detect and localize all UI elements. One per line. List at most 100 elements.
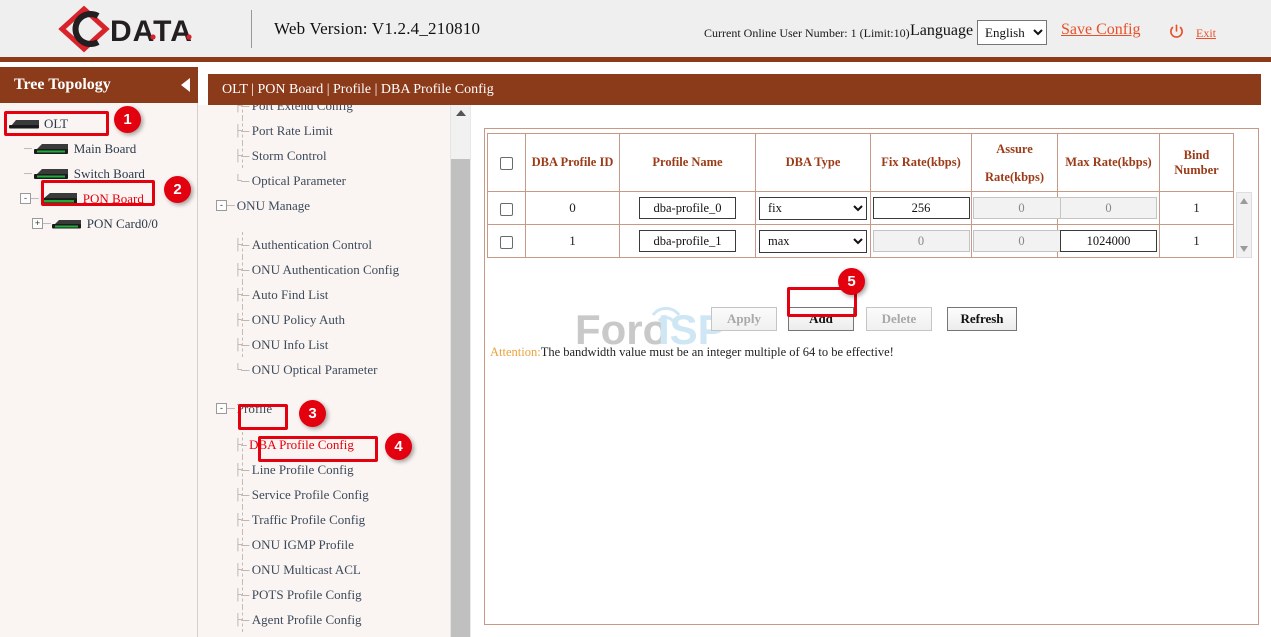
menu-item-pots-profile-config[interactable]: ├--- POTS Profile Config (216, 582, 450, 607)
tree-expander-icon[interactable]: - (20, 193, 31, 204)
menu-item-label: ONU Policy Auth (252, 312, 345, 328)
collapse-panel-arrow-icon[interactable] (181, 78, 190, 92)
save-config-link[interactable]: Save Config (1061, 21, 1141, 39)
row-select-cell (488, 225, 526, 258)
tree-item-label: PON Card0/0 (87, 216, 158, 232)
cdata-logo: DATA (30, 0, 245, 60)
table-rows-scrollbar[interactable] (1236, 192, 1252, 258)
profile-name-input[interactable]: dba-profile_1 (639, 230, 736, 252)
tree-item-pon-card[interactable]: + ─ PON Card0/0 (0, 211, 197, 236)
tree-connector: ─ (31, 193, 39, 205)
device-icon (51, 217, 85, 230)
max-rate-input[interactable]: 1024000 (1060, 230, 1157, 252)
cell-assure-rate: 0 (972, 192, 1058, 225)
tree-item-olt[interactable]: OLT (0, 111, 197, 136)
tree-guide-line (242, 507, 243, 532)
tree-guide-line (242, 332, 243, 357)
menu-item-port-rate-limit[interactable]: ├--- Port Rate Limit (216, 118, 450, 143)
fix-rate-input[interactable]: 256 (873, 197, 970, 219)
menu-group-onu-manage[interactable]: - ─ ONU Manage (216, 193, 450, 218)
table-row: 1 dba-profile_1 max 0 (488, 225, 1234, 258)
menu-item-auto-find-list[interactable]: ├--- Auto Find List (216, 282, 450, 307)
exit-link[interactable]: Exit (1196, 26, 1216, 41)
side-menu-panel: ├--- Port Extend Config ├--- Port Rate L… (198, 105, 470, 637)
tree-guide-line (242, 105, 243, 118)
col-dba-type: DBA Type (756, 134, 871, 192)
tree-expander-icon[interactable]: + (32, 218, 43, 229)
web-version-label: Web Version: V1.2.4_210810 (274, 19, 480, 39)
col-fix-rate: Fix Rate(kbps) (871, 134, 972, 192)
menu-item-onu-igmp-profile[interactable]: ├--- ONU IGMP Profile (216, 532, 450, 557)
col-bind-number: Bind Number (1160, 134, 1234, 192)
dba-type-select[interactable]: max (759, 230, 867, 253)
row-checkbox[interactable] (500, 236, 513, 249)
scroll-up-arrow-icon[interactable] (456, 110, 466, 116)
menu-expander-icon[interactable]: - (216, 200, 227, 211)
menu-item-storm-control[interactable]: ├--- Storm Control (216, 143, 450, 168)
dba-type-select[interactable]: fix (759, 197, 867, 220)
apply-button[interactable]: Apply (711, 307, 777, 331)
tree-item-pon-board[interactable]: - ─ PON Board (0, 186, 197, 211)
delete-button[interactable]: Delete (866, 307, 932, 331)
refresh-button[interactable]: Refresh (947, 307, 1017, 331)
menu-item-onu-optical-parameter[interactable]: └--- ONU Optical Parameter (216, 357, 450, 382)
tree-guide-line (242, 457, 243, 482)
menu-item-label: ONU Manage (237, 198, 310, 214)
assure-rate-input: 0 (973, 230, 1070, 252)
menu-item-dba-profile-config[interactable]: ├-- DBA Profile Config (216, 432, 450, 457)
tree-item-main-board[interactable]: ─ Main Board (0, 136, 197, 161)
dba-profile-table: DBA Profile ID Profile Name DBA Type Fix… (487, 133, 1234, 258)
power-icon[interactable] (1169, 24, 1184, 39)
tree-connector: ─ (24, 168, 32, 180)
menu-item-label: Port Rate Limit (252, 123, 333, 139)
menu-item-optical-parameter[interactable]: └--- Optical Parameter (216, 168, 450, 193)
menu-item-label: ONU Multicast ACL (252, 562, 361, 578)
cell-max-rate: 1024000 (1058, 225, 1160, 258)
menu-item-label: Line Profile Config (252, 462, 354, 478)
scrollbar-thumb[interactable] (451, 159, 470, 637)
tree-connector: └--- (234, 175, 249, 187)
menu-group-profile[interactable]: - ─ Profile (216, 396, 450, 421)
menu-item-onu-authentication-config[interactable]: ├--- ONU Authentication Config (216, 257, 450, 282)
scroll-down-arrow-icon[interactable] (1240, 246, 1248, 252)
menu-item-traffic-profile-config[interactable]: ├--- Traffic Profile Config (216, 507, 450, 532)
menu-item-onu-policy-auth[interactable]: ├--- ONU Policy Auth (216, 307, 450, 332)
menu-item-onu-info-list[interactable]: ├--- ONU Info List (216, 332, 450, 357)
menu-item-authentication-control[interactable]: ├--- Authentication Control (216, 232, 450, 257)
cell-max-rate: 0 (1058, 192, 1160, 225)
add-button[interactable]: Add (788, 307, 854, 331)
tree-guide-line (242, 307, 243, 332)
tree-guide-line (242, 232, 243, 257)
language-select[interactable]: English (977, 20, 1047, 45)
cell-profile-id: 0 (526, 192, 620, 225)
col-profile-name: Profile Name (620, 134, 756, 192)
tree-topology-header: Tree Topology (0, 67, 198, 103)
col-dba-profile-id: DBA Profile ID (526, 134, 620, 192)
attention-text: The bandwidth value must be an integer m… (541, 345, 894, 359)
menu-expander-icon[interactable]: - (216, 403, 227, 414)
header-divider (251, 10, 252, 48)
max-rate-input: 0 (1060, 197, 1157, 219)
profile-name-input[interactable]: dba-profile_0 (639, 197, 736, 219)
table-row: 0 dba-profile_0 fix 256 (488, 192, 1234, 225)
main-content: DBA Profile ID Profile Name DBA Type Fix… (470, 105, 1271, 637)
scroll-up-arrow-icon[interactable] (1240, 198, 1248, 204)
menu-item-label: Service Profile Config (252, 487, 369, 503)
device-icon (39, 191, 81, 206)
menu-item-label: ONU Optical Parameter (252, 362, 378, 378)
cell-assure-rate: 0 (972, 225, 1058, 258)
menu-item-port-extend-config[interactable]: ├--- Port Extend Config (216, 105, 450, 118)
tree-item-switch-board[interactable]: ─ Switch Board (0, 161, 197, 186)
col-max-rate: Max Rate(kbps) (1058, 134, 1160, 192)
row-checkbox[interactable] (500, 203, 513, 216)
tree-guide-line (242, 607, 243, 632)
menu-item-agent-profile-config[interactable]: ├--- Agent Profile Config (216, 607, 450, 632)
menu-item-onu-multicast-acl[interactable]: ├--- ONU Multicast ACL (216, 557, 450, 582)
menu-item-service-profile-config[interactable]: ├--- Service Profile Config (216, 482, 450, 507)
tree-connector: ─ (24, 143, 32, 155)
side-menu-scrollbar[interactable] (450, 105, 470, 637)
side-menu-list: ├--- Port Extend Config ├--- Port Rate L… (198, 105, 450, 625)
menu-item-line-profile-config[interactable]: ├--- Line Profile Config (216, 457, 450, 482)
select-all-checkbox[interactable] (500, 157, 513, 170)
select-all-header (488, 134, 526, 192)
